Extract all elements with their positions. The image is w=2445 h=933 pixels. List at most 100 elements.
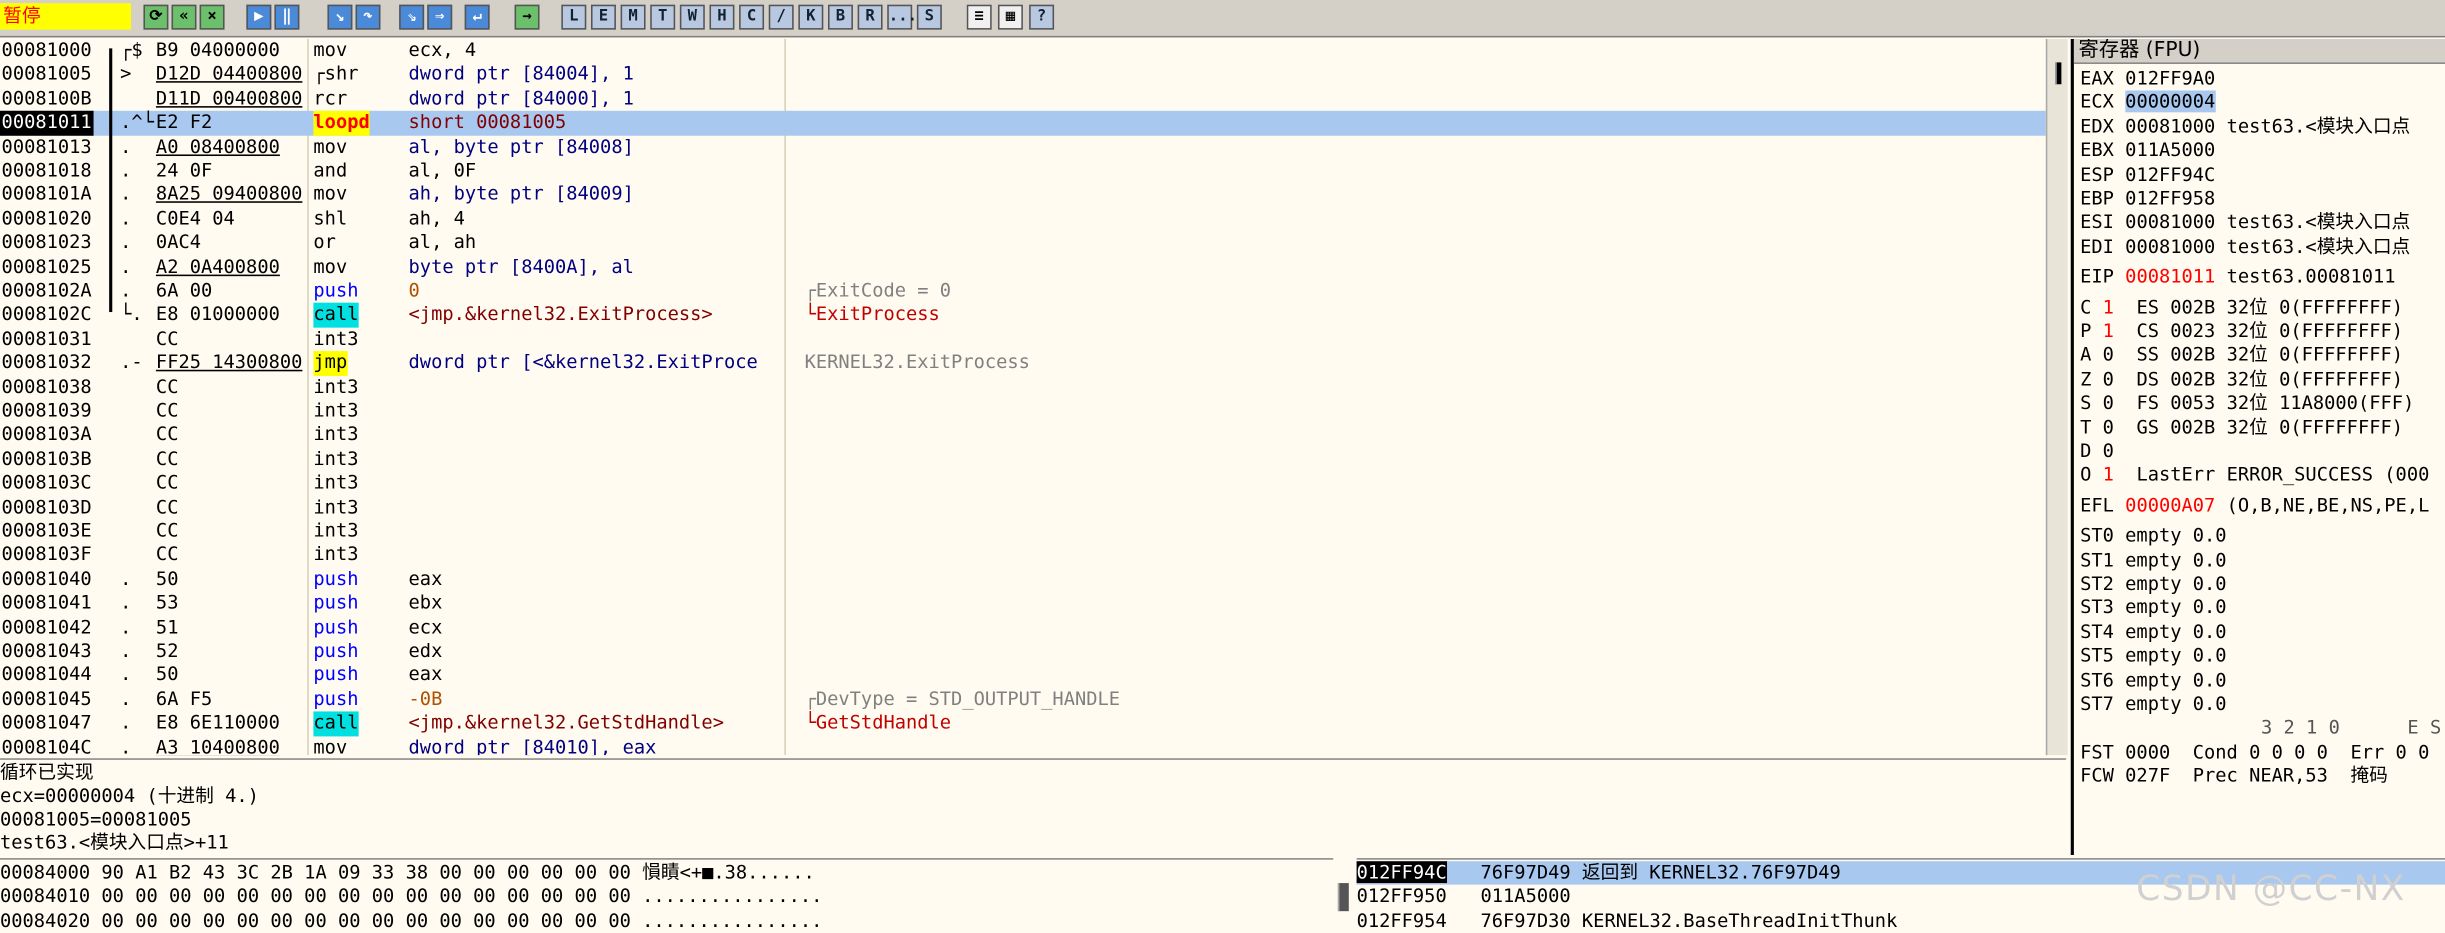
disasm-row[interactable]: 0008100B D11D 00400800 rcr dword ptr [84000… bbox=[0, 87, 2046, 111]
disasm-row[interactable]: 00081025. A2 0A400800 mov byte ptr [8400A],… bbox=[0, 255, 2046, 279]
disasm-row[interactable]: 0008103F CC int3 bbox=[0, 544, 2046, 568]
disassembly-pane[interactable]: 00081000 ┌$ B9 04000000 mov ecx, 4 00081005 > D… bbox=[0, 39, 2046, 756]
toolbar-button-10[interactable]: R bbox=[857, 4, 883, 30]
flag-o[interactable]: O 1 LastErr ERROR_SUCCESS (000 bbox=[2080, 464, 2429, 488]
step-over-icon[interactable]: ↷ bbox=[355, 4, 381, 30]
toolbar-button-11[interactable]: ... bbox=[887, 4, 917, 30]
fpu-register[interactable]: ST5 empty 0.0 bbox=[2080, 645, 2226, 669]
flag-z[interactable]: Z 0 DS 002B 32位 0(FFFFFFFF) bbox=[2080, 368, 2403, 392]
toolbar-button-0[interactable]: L bbox=[561, 4, 587, 30]
operands: ecx bbox=[408, 615, 443, 638]
trace-into-icon[interactable]: ⇘ bbox=[399, 4, 425, 30]
dump-row[interactable]: 00084000 90 A1 B2 43 3C 2B 1A 09 33 38 0… bbox=[0, 861, 815, 885]
fpu-register[interactable]: ST7 empty 0.0 bbox=[2080, 693, 2226, 717]
disasm-row[interactable]: 0008103D CC int3 bbox=[0, 496, 2046, 520]
register-esp[interactable]: ESP 012FF94C bbox=[2080, 163, 2215, 187]
disasm-row[interactable]: 00081040. 50 push eax bbox=[0, 568, 2046, 592]
disasm-row[interactable]: 00081047. E8 6E110000 call <jmp.&kernel32.G… bbox=[0, 711, 2046, 736]
watermark: CSDN @CC-NX bbox=[2136, 870, 2406, 910]
help-icon[interactable]: ? bbox=[1029, 4, 1055, 30]
open-icon[interactable]: ⟳ bbox=[143, 4, 169, 30]
disasm-scrollbar[interactable] bbox=[2045, 39, 2068, 756]
disasm-row[interactable]: 00081011 .^└ E2 F2 loopd short 00081005 bbox=[0, 111, 2046, 136]
fpu-register[interactable]: ST3 empty 0.0 bbox=[2080, 597, 2226, 621]
disasm-row[interactable]: 0008102A. 6A 00 push 0 ┌ExitCode = 0 bbox=[0, 279, 2046, 303]
list-icon[interactable]: ≡ bbox=[966, 4, 992, 30]
disasm-row[interactable]: 0008102C └. E8 01000000 call <jmp.&kernel32.… bbox=[0, 303, 2046, 328]
pause-icon[interactable]: ‖ bbox=[274, 4, 300, 30]
disasm-row[interactable]: 00081045. 6A F5 push -0B ┌DevType = STD_OUTP… bbox=[0, 688, 2046, 712]
toolbar-button-1[interactable]: E bbox=[590, 4, 616, 30]
flag-t[interactable]: T 0 GS 002B 32位 0(FFFFFFFF) bbox=[2080, 416, 2403, 440]
disasm-row[interactable]: 00081018. 24 0F and al, 0F bbox=[0, 159, 2046, 183]
flag-a[interactable]: A 0 SS 002B 32位 0(FFFFFFFF) bbox=[2080, 344, 2403, 368]
flag-name: O bbox=[2080, 463, 2103, 486]
disasm-row[interactable]: 0008103B CC int3 bbox=[0, 447, 2046, 471]
disasm-row[interactable]: 0008101A. 8A25 09400800 mov ah, byte ptr [8… bbox=[0, 183, 2046, 207]
register-esi[interactable]: ESI 00081000 test63.<模块入口点 bbox=[2080, 211, 2410, 235]
flag-p[interactable]: P 1 CS 0023 32位 0(FFFFFFFF) bbox=[2080, 320, 2403, 344]
toolbar-button-3[interactable]: T bbox=[650, 4, 676, 30]
close-icon[interactable]: × bbox=[199, 4, 225, 30]
disasm-row[interactable]: 00081043. 52 push edx bbox=[0, 640, 2046, 664]
toolbar-button-2[interactable]: M bbox=[620, 4, 646, 30]
fpu-register[interactable]: ST4 empty 0.0 bbox=[2080, 621, 2226, 645]
disasm-row[interactable]: 00081000 ┌$ B9 04000000 mov ecx, 4 bbox=[0, 39, 2046, 63]
disasm-row[interactable]: 00081020. C0E4 04 shl ah, 4 bbox=[0, 207, 2046, 231]
fpu-register[interactable]: ST6 empty 0.0 bbox=[2080, 669, 2226, 693]
register-ecx[interactable]: ECX 00000004 bbox=[2080, 91, 2216, 115]
toolbar-button-8[interactable]: K bbox=[798, 4, 824, 30]
disasm-row[interactable]: 0008103C CC int3 bbox=[0, 471, 2046, 495]
stack-splitter[interactable] bbox=[1337, 883, 1349, 912]
register-efl[interactable]: EFL 00000A07 (O,B,NE,BE,NS,PE,L bbox=[2080, 494, 2429, 518]
fpu-register[interactable]: ST1 empty 0.0 bbox=[2080, 549, 2226, 573]
memory-dump-pane[interactable]: 00084000 90 A1 B2 43 3C 2B 1A 09 33 38 0… bbox=[0, 858, 1334, 933]
flag-d[interactable]: D 0 bbox=[2080, 440, 2114, 464]
toolbar-button-6[interactable]: C bbox=[739, 4, 765, 30]
toolbar-button-4[interactable]: W bbox=[679, 4, 705, 30]
fpu-register[interactable]: ST2 empty 0.0 bbox=[2080, 573, 2226, 597]
disasm-row[interactable]: 0008103E CC int3 bbox=[0, 520, 2046, 544]
toolbar-button-5[interactable]: H bbox=[709, 4, 735, 30]
disasm-row[interactable]: 00081039 CC int3 bbox=[0, 399, 2046, 423]
register-eip[interactable]: EIP 00081011 test63.00081011 bbox=[2080, 266, 2395, 290]
disasm-row[interactable]: 00081032 .- FF25 14300800 jmp dword ptr [<&k… bbox=[0, 351, 2046, 376]
grid-icon[interactable]: ▦ bbox=[997, 4, 1023, 30]
registers-pane[interactable]: 寄存器 (FPU) EAX 012FF9A0 ECX 00000004 EDX 00… bbox=[2070, 39, 2445, 855]
register-eax[interactable]: EAX 012FF9A0 bbox=[2080, 67, 2215, 91]
register-ebx[interactable]: EBX 011A5000 bbox=[2080, 139, 2215, 163]
register-ebp[interactable]: EBP 012FF958 bbox=[2080, 187, 2215, 211]
run-icon[interactable]: ▶ bbox=[246, 4, 272, 30]
flag-c[interactable]: C 1 ES 002B 32位 0(FFFFFFFF) bbox=[2080, 296, 2403, 320]
fst-register[interactable]: FST 0000 Cond 0 0 0 0 Err 0 0 bbox=[2080, 741, 2429, 765]
register-edx[interactable]: EDX 00081000 test63.<模块入口点 bbox=[2080, 115, 2410, 139]
disasm-row[interactable]: 00081013. A0 08400800 mov al, byte ptr [840… bbox=[0, 135, 2046, 159]
disasm-row[interactable]: 00081023. 0AC4 or al, ah bbox=[0, 231, 2046, 255]
execute-till-return-icon[interactable]: ↵ bbox=[464, 4, 490, 30]
rewind-icon[interactable]: « bbox=[171, 4, 197, 30]
disasm-row[interactable]: 00081031 CC int3 bbox=[0, 327, 2046, 351]
disasm-row[interactable]: 00081038 CC int3 bbox=[0, 375, 2046, 399]
disasm-row[interactable]: 00081044. 50 push eax bbox=[0, 664, 2046, 688]
toolbar-button-12[interactable]: S bbox=[916, 4, 942, 30]
mnemonic: int3 bbox=[313, 327, 359, 350]
disasm-row[interactable]: 0008103A CC int3 bbox=[0, 423, 2046, 447]
disasm-row[interactable]: 00081005 > D12D 04400800 ┌shr dword ptr [840… bbox=[0, 63, 2046, 87]
step-into-icon[interactable]: ↘ bbox=[327, 4, 353, 30]
fpu-register[interactable]: ST0 empty 0.0 bbox=[2080, 525, 2226, 549]
fcw-register[interactable]: FCW 027F Prec NEAR,53 掩码 bbox=[2080, 765, 2388, 789]
flag-name: D bbox=[2080, 439, 2103, 462]
flag-s[interactable]: S 0 FS 0053 32位 11A8000(FFF) bbox=[2080, 392, 2414, 416]
trace-over-icon[interactable]: ⇒ bbox=[427, 4, 453, 30]
stack-row[interactable]: 012FF954 76F97D30 KERNEL32.BaseThreadIni… bbox=[1357, 909, 2445, 933]
register-edi[interactable]: EDI 00081000 test63.<模块入口点 bbox=[2080, 235, 2410, 259]
disasm-row[interactable]: 00081042. 51 push ecx bbox=[0, 616, 2046, 640]
dump-row[interactable]: 00084010 00 00 00 00 00 00 00 00 00 00 0… bbox=[0, 885, 822, 909]
goto-icon[interactable]: → bbox=[514, 4, 540, 30]
toolbar-button-9[interactable]: B bbox=[827, 4, 853, 30]
disasm-row[interactable]: 0008104C. A3 10400800 mov dword ptr [84010]… bbox=[0, 736, 2046, 755]
dump-row[interactable]: 00084020 00 00 00 00 00 00 00 00 00 00 0… bbox=[0, 909, 822, 933]
toolbar-button-7[interactable]: / bbox=[768, 4, 794, 30]
register-value: 011A5000 bbox=[2125, 139, 2216, 161]
disasm-row[interactable]: 00081041. 53 push ebx bbox=[0, 592, 2046, 616]
